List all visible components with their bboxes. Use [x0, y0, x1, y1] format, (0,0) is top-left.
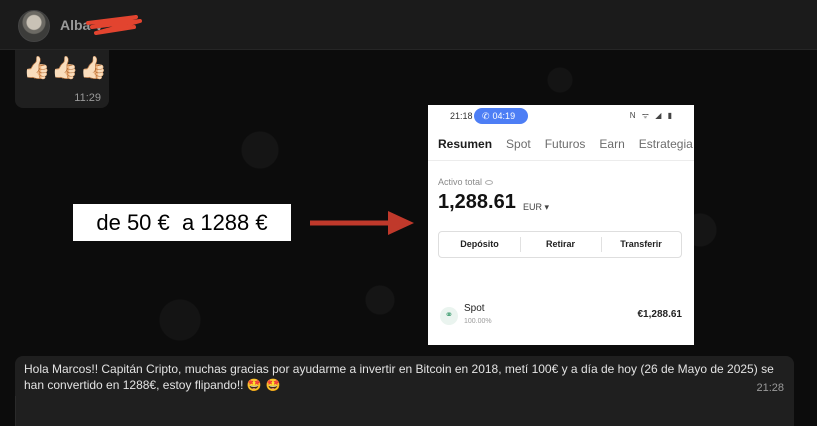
status-icons: N ᯤ ◢ ▮ — [629, 111, 674, 120]
eye-icon[interactable] — [485, 180, 494, 186]
tab-futuros[interactable]: Futuros — [545, 137, 586, 151]
asset-tabs: Resumen Spot Futuros Earn Estrategia — [438, 135, 694, 155]
tab-resumen[interactable]: Resumen — [438, 137, 492, 151]
message-bubble-incoming[interactable]: 👍🏻👍🏻👍🏻 11:29 — [15, 50, 109, 108]
arrow-right-icon — [310, 211, 414, 235]
message-bubble-incoming[interactable]: Hola Marcos!! Capitán Cripto, muchas gra… — [15, 356, 794, 396]
total-asset-label: Activo total — [438, 177, 494, 187]
spot-account-row[interactable]: ⚭ Spot 100.00% €1,288.61 — [438, 303, 684, 333]
spot-percent: 100.00% — [464, 318, 492, 325]
phone-icon: ✆ — [482, 111, 490, 121]
tab-earn[interactable]: Earn — [599, 137, 624, 151]
action-buttons: Depósito Retirar Transferir — [438, 231, 682, 258]
spot-name: Spot — [464, 303, 485, 314]
message-bubble-continuation — [15, 396, 794, 426]
spot-value: €1,288.61 — [637, 309, 683, 320]
thumbs-up-emojis: 👍🏻👍🏻👍🏻 — [23, 56, 109, 81]
contact-avatar[interactable] — [18, 10, 50, 42]
message-time: 11:29 — [74, 92, 101, 104]
status-time: 21:18 — [450, 111, 473, 121]
message-body: Hola Marcos!! Capitán Cripto, muchas gra… — [24, 362, 774, 392]
message-time: 21:28 — [756, 382, 784, 394]
exchange-app-screenshot[interactable]: 21:18 ✆ 04:19 N ᯤ ◢ ▮ Resumen Spot Futuros E… — [428, 105, 694, 345]
chat-header: Alba V — [0, 0, 817, 50]
total-asset-value: 1,288.61 — [438, 191, 516, 213]
star-eyes-emojis: 🤩 🤩 — [246, 378, 281, 392]
gain-annotation: de 50 € a 1288 € — [73, 204, 291, 241]
currency-selector[interactable]: EUR ▾ — [523, 202, 549, 213]
tab-spot[interactable]: Spot — [506, 137, 531, 151]
transfer-button[interactable]: Transferir — [601, 232, 681, 257]
tab-estrategia[interactable]: Estrategia — [639, 137, 693, 151]
message-text: Hola Marcos!! Capitán Cripto, muchas gra… — [24, 361, 784, 393]
deposit-button[interactable]: Depósito — [439, 232, 520, 257]
withdraw-button[interactable]: Retirar — [520, 232, 601, 257]
link-icon: ⚭ — [440, 307, 458, 325]
active-call-pill: ✆ 04:19 — [474, 108, 528, 124]
call-time: 04:19 — [492, 111, 516, 121]
status-bar: 21:18 ✆ 04:19 N ᯤ ◢ ▮ — [428, 105, 694, 127]
redaction-scribble — [86, 15, 142, 35]
total-asset-label-text: Activo total — [438, 177, 483, 187]
tabs-divider — [428, 160, 694, 161]
